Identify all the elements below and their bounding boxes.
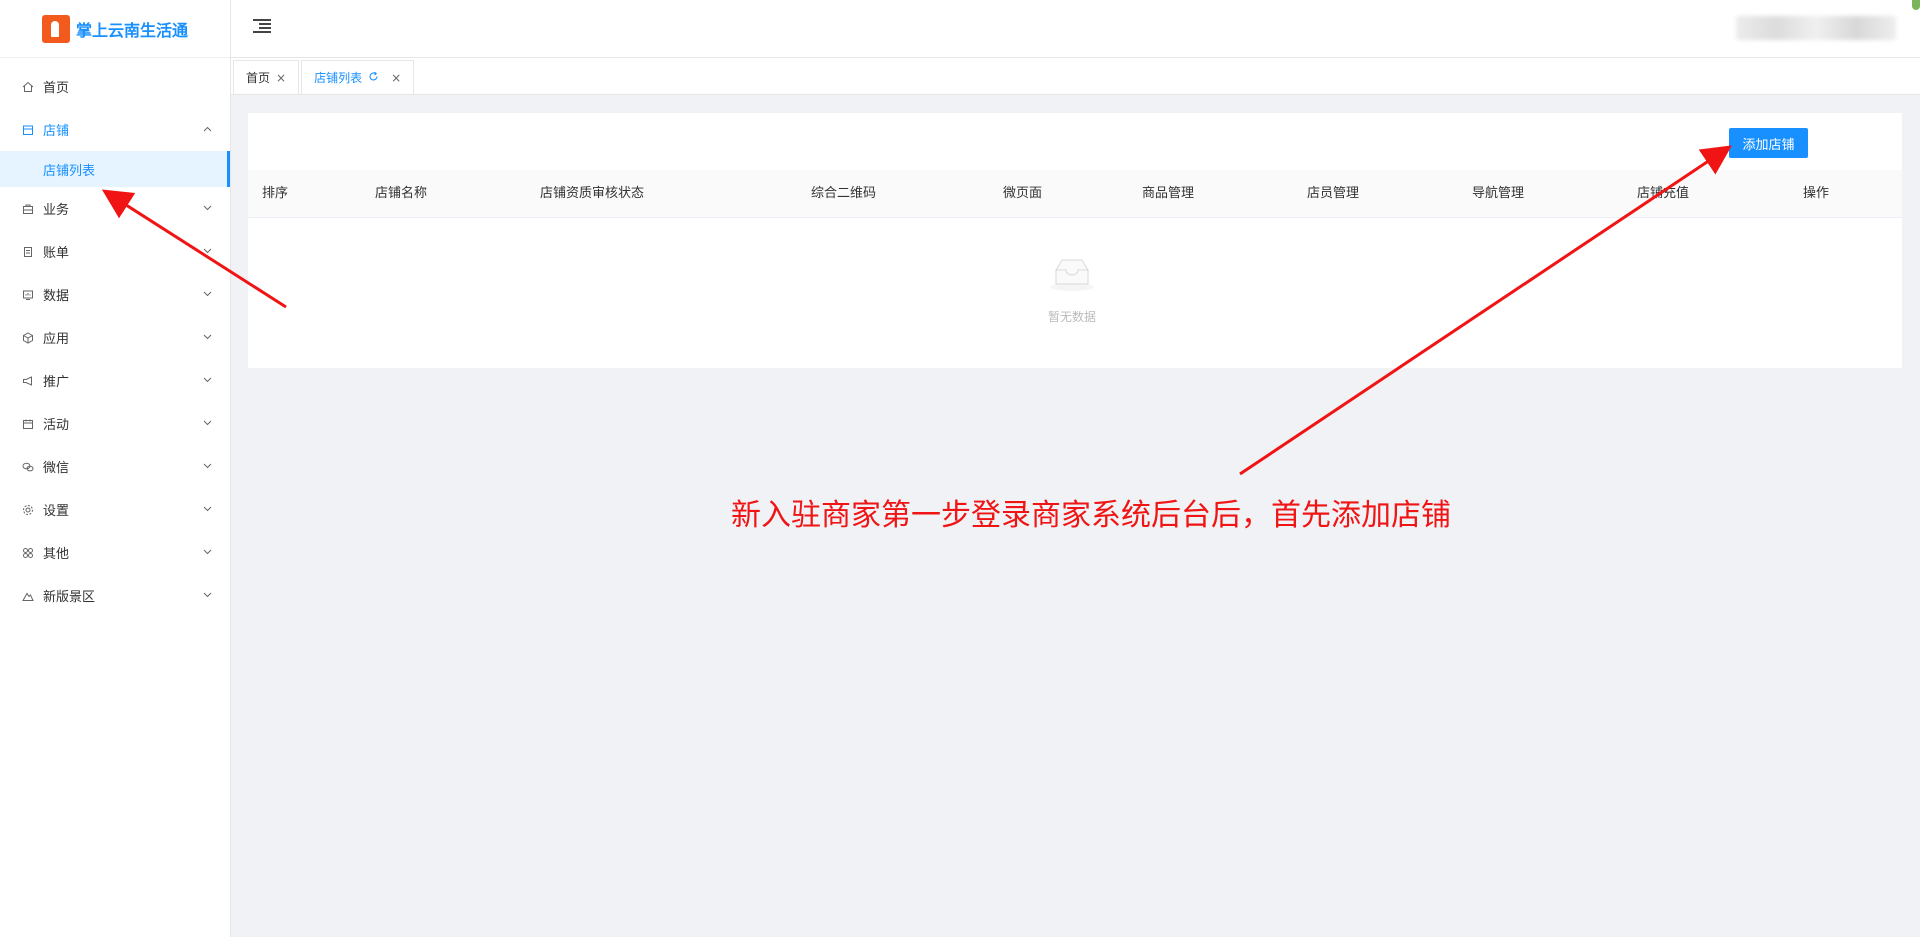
sidebar-item-label: 店铺 — [43, 124, 70, 139]
sidebar-item-label: 数据 — [43, 289, 70, 304]
tab-label: 店铺列表 — [314, 71, 363, 85]
megaphone-icon — [21, 374, 34, 387]
calendar-icon — [21, 417, 34, 430]
chevron-down-icon — [203, 461, 212, 472]
wechat-icon — [21, 460, 34, 473]
grid-icon — [21, 546, 34, 559]
chevron-down-icon — [203, 246, 212, 257]
add-shop-button[interactable]: 添加店铺 — [1729, 128, 1808, 158]
sidebar-item-label: 应用 — [43, 332, 70, 347]
bill-icon — [21, 245, 34, 258]
mountain-icon — [21, 589, 34, 602]
tab-label: 首页 — [246, 71, 271, 85]
column-header: 微页面 — [1003, 186, 1043, 201]
sidebar-item-activity[interactable]: 活动 — [0, 402, 230, 445]
sidebar-item-label: 业务 — [43, 203, 70, 218]
sidebar-item-scenic[interactable]: 新版景区 — [0, 574, 230, 617]
sidebar-item-label: 新版景区 — [43, 590, 96, 605]
chevron-down-icon — [203, 203, 212, 214]
chevron-down-icon — [203, 504, 212, 515]
user-info-blurred[interactable] — [1736, 16, 1896, 40]
sidebar-item-label: 推广 — [43, 375, 70, 390]
tabs-bar: 首页 × 店铺列表 × — [231, 58, 1920, 95]
sidebar-item-data[interactable]: 数据 — [0, 273, 230, 316]
column-header: 店员管理 — [1307, 186, 1360, 201]
column-header: 店铺充值 — [1637, 186, 1690, 201]
close-icon[interactable]: × — [276, 71, 286, 85]
table-empty-state: 暂无数据 — [248, 218, 1902, 368]
chevron-up-icon — [203, 124, 212, 135]
elephant-logo-icon — [41, 14, 70, 43]
sidebar-subitem-shop-list[interactable]: 店铺列表 — [0, 151, 230, 187]
sidebar-item-label: 微信 — [43, 461, 70, 476]
scroll-indicator — [1912, 0, 1920, 10]
app-name: 掌上云南生活通 — [75, 20, 188, 40]
sidebar-item-bill[interactable]: 账单 — [0, 230, 230, 273]
empty-text: 暂无数据 — [1047, 310, 1096, 324]
refresh-icon[interactable] — [368, 71, 379, 85]
sidebar-item-label: 其他 — [43, 547, 70, 562]
sidebar-item-wechat[interactable]: 微信 — [0, 445, 230, 488]
annotation-text: 新入驻商家第一步登录商家系统后台后，首先添加店铺 — [731, 498, 1451, 533]
sidebar-item-business[interactable]: 业务 — [0, 187, 230, 230]
briefcase-icon — [21, 202, 34, 215]
data-icon — [21, 288, 34, 301]
close-icon[interactable]: × — [391, 71, 401, 85]
sidebar-item-other[interactable]: 其他 — [0, 531, 230, 574]
home-icon — [21, 80, 34, 93]
column-header: 商品管理 — [1142, 186, 1195, 201]
column-header: 店铺名称 — [375, 186, 428, 201]
tab-home[interactable]: 首页 × — [233, 60, 300, 94]
chevron-down-icon — [203, 289, 212, 300]
sidebar-item-apps[interactable]: 应用 — [0, 316, 230, 359]
collapse-menu-icon[interactable] — [253, 18, 271, 34]
chevron-down-icon — [203, 547, 212, 558]
chevron-down-icon — [203, 375, 212, 386]
cube-icon — [21, 331, 34, 344]
gear-icon — [21, 503, 34, 516]
empty-box-icon — [1050, 259, 1094, 291]
column-header: 排序 — [262, 186, 289, 201]
top-bar — [231, 0, 1920, 58]
tab-shop-list[interactable]: 店铺列表 × — [301, 60, 415, 94]
sidebar-item-shop[interactable]: 店铺 — [0, 108, 230, 151]
chevron-down-icon — [203, 418, 212, 429]
sidebar-item-label: 首页 — [43, 81, 70, 96]
sidebar-item-label: 活动 — [43, 418, 70, 433]
sidebar-menu: 首页 店铺 店铺列表 业务 账单 数据 应用 推广 活动 微信 设置 其他 新版… — [0, 58, 230, 617]
chevron-down-icon — [203, 332, 212, 343]
column-header: 综合二维码 — [811, 186, 877, 201]
shop-list-card: 添加店铺 排序 店铺名称 店铺资质审核状态 综合二维码 微页面 商品管理 店员管… — [248, 113, 1902, 368]
chevron-down-icon — [203, 590, 212, 601]
column-header: 导航管理 — [1472, 186, 1525, 201]
app-logo[interactable]: 掌上云南生活通 — [0, 0, 230, 58]
column-header: 店铺资质审核状态 — [540, 186, 645, 201]
sidebar-item-label: 设置 — [43, 504, 70, 519]
sidebar-item-settings[interactable]: 设置 — [0, 488, 230, 531]
sidebar: 掌上云南生活通 首页 店铺 店铺列表 业务 账单 数据 应用 推广 活动 微信 … — [0, 0, 231, 937]
table-header: 排序 店铺名称 店铺资质审核状态 综合二维码 微页面 商品管理 店员管理 导航管… — [248, 170, 1902, 218]
sidebar-item-promotion[interactable]: 推广 — [0, 359, 230, 402]
column-header: 操作 — [1803, 186, 1830, 201]
shop-icon — [21, 123, 34, 136]
sidebar-item-label: 账单 — [43, 246, 70, 261]
sidebar-item-home[interactable]: 首页 — [0, 65, 230, 108]
